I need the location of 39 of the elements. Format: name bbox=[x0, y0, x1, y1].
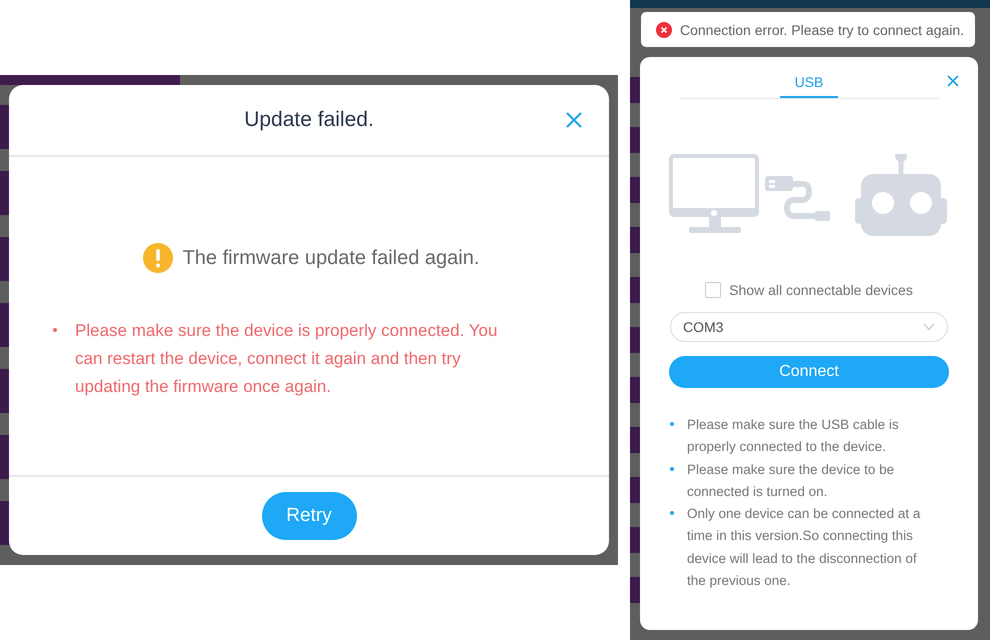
tip-text: Please make sure the device to be connected is turned on. bbox=[687, 460, 896, 501]
code-block bbox=[630, 227, 640, 253]
chevron-down-icon bbox=[923, 323, 935, 331]
tip-text: Only one device can be connected at a time in this version.So connecting this device will lead to the disconnection of the previous one. bbox=[687, 505, 922, 590]
note-text: Please make sure the device is properly connected. You can restart the device, connect it again and then try updating the firmware once again. bbox=[75, 320, 498, 398]
bullet-icon bbox=[670, 422, 674, 426]
code-block bbox=[0, 105, 9, 149]
warning-icon bbox=[142, 243, 173, 273]
port-select[interactable]: COM3 bbox=[670, 312, 948, 342]
error-message: The firmware update failed again. bbox=[182, 246, 480, 270]
code-block bbox=[0, 237, 9, 281]
dialog-title: Update failed. bbox=[244, 108, 374, 132]
tip-text: Please make sure the USB cable is properly connected to the device. bbox=[687, 416, 900, 456]
checkbox[interactable] bbox=[705, 282, 722, 298]
code-block bbox=[630, 327, 640, 353]
retry-button[interactable]: Retry bbox=[262, 492, 356, 540]
code-block bbox=[630, 577, 640, 603]
code-block bbox=[0, 435, 9, 479]
bullet-icon bbox=[670, 466, 674, 471]
bullet-icon bbox=[670, 511, 674, 516]
close-button[interactable] bbox=[565, 111, 583, 129]
code-block bbox=[0, 501, 9, 545]
code-block bbox=[0, 303, 9, 347]
checkbox-label: Show all connectable devices bbox=[729, 282, 913, 298]
bullet-icon bbox=[53, 328, 57, 332]
connect-button[interactable]: Connect bbox=[669, 356, 949, 388]
usb-tab[interactable]: USB bbox=[780, 67, 838, 98]
toast-message: Connection error. Please try to connect again. bbox=[680, 22, 964, 38]
code-block bbox=[630, 477, 640, 503]
close-button[interactable] bbox=[947, 75, 959, 87]
code-block bbox=[630, 527, 640, 553]
code-block bbox=[630, 277, 640, 303]
code-block bbox=[630, 377, 640, 403]
code-block bbox=[0, 171, 9, 215]
code-block bbox=[630, 77, 640, 103]
code-block bbox=[630, 427, 640, 453]
code-block bbox=[0, 369, 9, 413]
code-block bbox=[630, 127, 640, 153]
code-block bbox=[630, 177, 640, 203]
